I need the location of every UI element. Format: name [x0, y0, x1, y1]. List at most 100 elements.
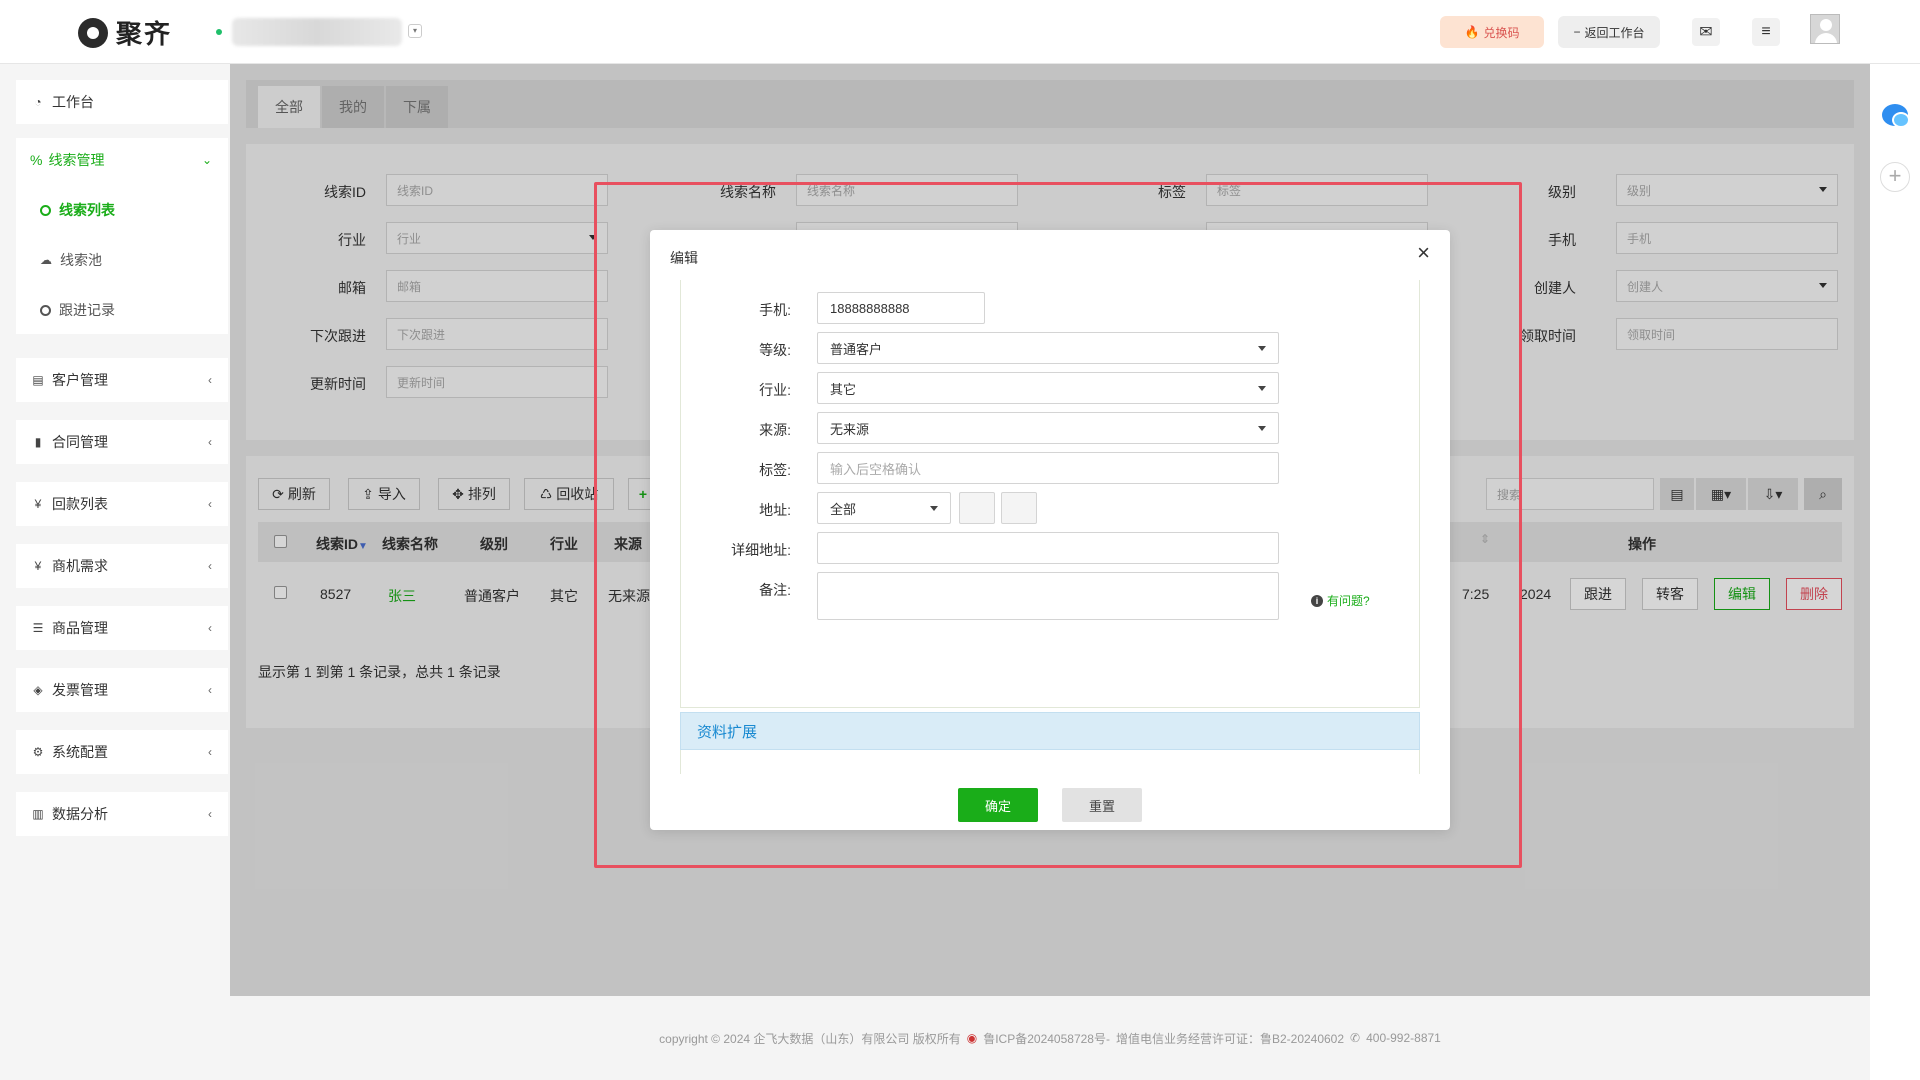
chevron-left-icon: ‹ — [208, 373, 212, 387]
dialog-form: 手机: 18888888888 等级: 普通客户 行业: 其它 来源: 无来源 … — [680, 280, 1420, 708]
address-field-label: 地址: — [759, 502, 791, 518]
logo[interactable]: 聚齐 — [78, 14, 172, 51]
logo-icon — [78, 17, 108, 48]
confirm-button[interactable]: 确定 — [958, 788, 1038, 822]
sidebar-group-leads: % 线索管理 ⌄ 线索列表 ☁ 线索池 跟进记录 — [16, 138, 228, 334]
help-link[interactable]: i 有问题? — [1311, 592, 1370, 609]
organization-name-blurred[interactable] — [232, 18, 402, 46]
sidebar-item-invoices[interactable]: ◈ 发票管理 ‹ — [16, 668, 228, 712]
sidebar-item-analytics[interactable]: ▥ 数据分析 ‹ — [16, 792, 228, 836]
sidebar-item-workbench[interactable]: ◔ 工作台 — [16, 80, 228, 124]
tag-field[interactable]: 输入后空格确认 — [817, 452, 1279, 484]
back-to-workbench-button[interactable]: − 返回工作台 — [1558, 16, 1660, 48]
sidebar-subitem-lead-list[interactable]: 线索列表 — [40, 200, 115, 220]
bar-chart-icon: ▥ — [32, 807, 44, 821]
edit-dialog: 编辑 × 手机: 18888888888 等级: 普通客户 行业: 其它 来源:… — [650, 230, 1450, 830]
sidebar-item-label: 合同管理 — [52, 434, 108, 450]
sidebar-item-contracts[interactable]: ▮ 合同管理 ‹ — [16, 420, 228, 464]
industry-select-value: 其它 — [830, 381, 857, 397]
sidebar-subitem-label: 线索列表 — [59, 202, 115, 218]
source-field-label: 来源: — [759, 422, 791, 438]
footer: copyright © 2024 企飞大数据（山东）有限公司 版权所有 ◉ 鲁I… — [230, 996, 1870, 1080]
close-icon[interactable]: × — [1417, 240, 1430, 266]
menu-icon[interactable]: ≡ — [1752, 18, 1780, 46]
footer-icp-link[interactable]: 鲁ICP备2024058728号- — [983, 1030, 1110, 1047]
redeem-code-button[interactable]: 🔥 兑换码 — [1440, 16, 1544, 48]
chevron-left-icon: ‹ — [208, 435, 212, 449]
reset-button[interactable]: 重置 — [1062, 788, 1142, 822]
sidebar-subitem-lead-pool[interactable]: ☁ 线索池 — [40, 250, 102, 270]
sidebar-item-products[interactable]: ☰ 商品管理 ‹ — [16, 606, 228, 650]
circle-icon — [40, 304, 51, 316]
online-status-dot — [216, 29, 222, 35]
sidebar-item-customers[interactable]: ▤ 客户管理 ‹ — [16, 358, 228, 402]
phone-field[interactable]: 18888888888 — [817, 292, 985, 324]
yen-icon: ¥ — [34, 559, 42, 573]
detail-address-field[interactable] — [817, 532, 1279, 564]
caret-down-icon — [1258, 346, 1266, 351]
yen-icon: ¥ — [34, 497, 42, 511]
police-badge-icon: ◉ — [966, 1031, 978, 1045]
dashboard-icon: ◔ — [34, 95, 42, 109]
right-rail: + — [1870, 64, 1920, 1080]
sidebar-item-settings[interactable]: ⚙ 系统配置 ‹ — [16, 730, 228, 774]
phone-field-label: 手机: — [759, 302, 791, 318]
info-icon: i — [1311, 594, 1323, 607]
sidebar-item-label: 线索管理 — [48, 152, 105, 168]
top-bar: 聚齐 ▾ 🔥 兑换码 − 返回工作台 ✉ ≡ — [0, 0, 1920, 64]
footer-license: 增值电信业务经营许可证：鲁B2-20240602 — [1115, 1031, 1345, 1046]
sidebar-item-label: 回款列表 — [52, 496, 108, 512]
grade-field-label: 等级: — [759, 342, 791, 358]
footer-phone: 400-992-8871 — [1366, 1031, 1441, 1045]
chevron-down-icon[interactable]: ▾ — [408, 24, 422, 38]
industry-select[interactable]: 其它 — [817, 372, 1279, 404]
bookmark-icon: ▮ — [34, 435, 42, 449]
detail-address-field-label: 详细地址: — [731, 542, 791, 558]
sidebar-item-leads[interactable]: % 线索管理 ⌄ — [30, 150, 214, 170]
phone-icon: ✆ — [1350, 1031, 1361, 1045]
tag-field-label: 标签: — [759, 462, 791, 478]
sidebar-item-label: 数据分析 — [52, 806, 108, 822]
minus-icon: − — [1573, 25, 1581, 39]
sidebar: ◔ 工作台 % 线索管理 ⌄ 线索列表 ☁ 线索池 跟进记录 ▤ 客户管理 ‹ … — [0, 64, 230, 1080]
sidebar-subitem-follow-records[interactable]: 跟进记录 — [40, 300, 115, 320]
city-select[interactable] — [959, 492, 995, 524]
sidebar-item-label: 商品管理 — [52, 620, 108, 636]
remark-textarea[interactable] — [817, 572, 1279, 620]
source-select[interactable]: 无来源 — [817, 412, 1279, 444]
mail-icon[interactable]: ✉ — [1692, 18, 1720, 46]
sidebar-item-label: 发票管理 — [52, 682, 108, 698]
plus-icon[interactable]: + — [1880, 162, 1910, 192]
id-card-icon: ▤ — [32, 373, 44, 387]
chevron-left-icon: ‹ — [208, 745, 212, 759]
province-select[interactable]: 全部 — [817, 492, 951, 524]
list-icon: ☰ — [32, 621, 44, 635]
logo-text: 聚齐 — [116, 19, 173, 49]
sidebar-item-opportunities[interactable]: ¥ 商机需求 ‹ — [16, 544, 228, 588]
source-select-value: 无来源 — [830, 421, 870, 437]
sidebar-item-label: 系统配置 — [52, 744, 108, 760]
sidebar-subitem-label: 跟进记录 — [59, 302, 115, 318]
sidebar-item-label: 工作台 — [52, 94, 94, 110]
chevron-left-icon: ‹ — [208, 807, 212, 821]
extended-info-section-body — [680, 750, 1420, 774]
chevron-left-icon: ‹ — [208, 559, 212, 573]
sidebar-item-label: 客户管理 — [52, 372, 108, 388]
redeem-code-label: 兑换码 — [1483, 25, 1520, 40]
caret-down-icon — [1258, 426, 1266, 431]
remark-field-label: 备注: — [759, 582, 791, 598]
back-to-workbench-label: 返回工作台 — [1584, 25, 1645, 40]
grade-select[interactable]: 普通客户 — [817, 332, 1279, 364]
sidebar-item-payments[interactable]: ¥ 回款列表 ‹ — [16, 482, 228, 526]
chevron-left-icon: ‹ — [208, 497, 212, 511]
district-select[interactable] — [1001, 492, 1037, 524]
cloud-icon: ☁ — [40, 253, 52, 267]
caret-down-icon — [1258, 386, 1266, 391]
avatar[interactable] — [1810, 14, 1840, 44]
province-select-value: 全部 — [830, 501, 857, 517]
chevron-left-icon: ‹ — [208, 683, 212, 697]
chat-icon[interactable] — [1882, 104, 1910, 128]
chevron-left-icon: ‹ — [208, 621, 212, 635]
extended-info-section-header[interactable]: 资料扩展 — [680, 712, 1420, 750]
grade-select-value: 普通客户 — [830, 341, 883, 357]
